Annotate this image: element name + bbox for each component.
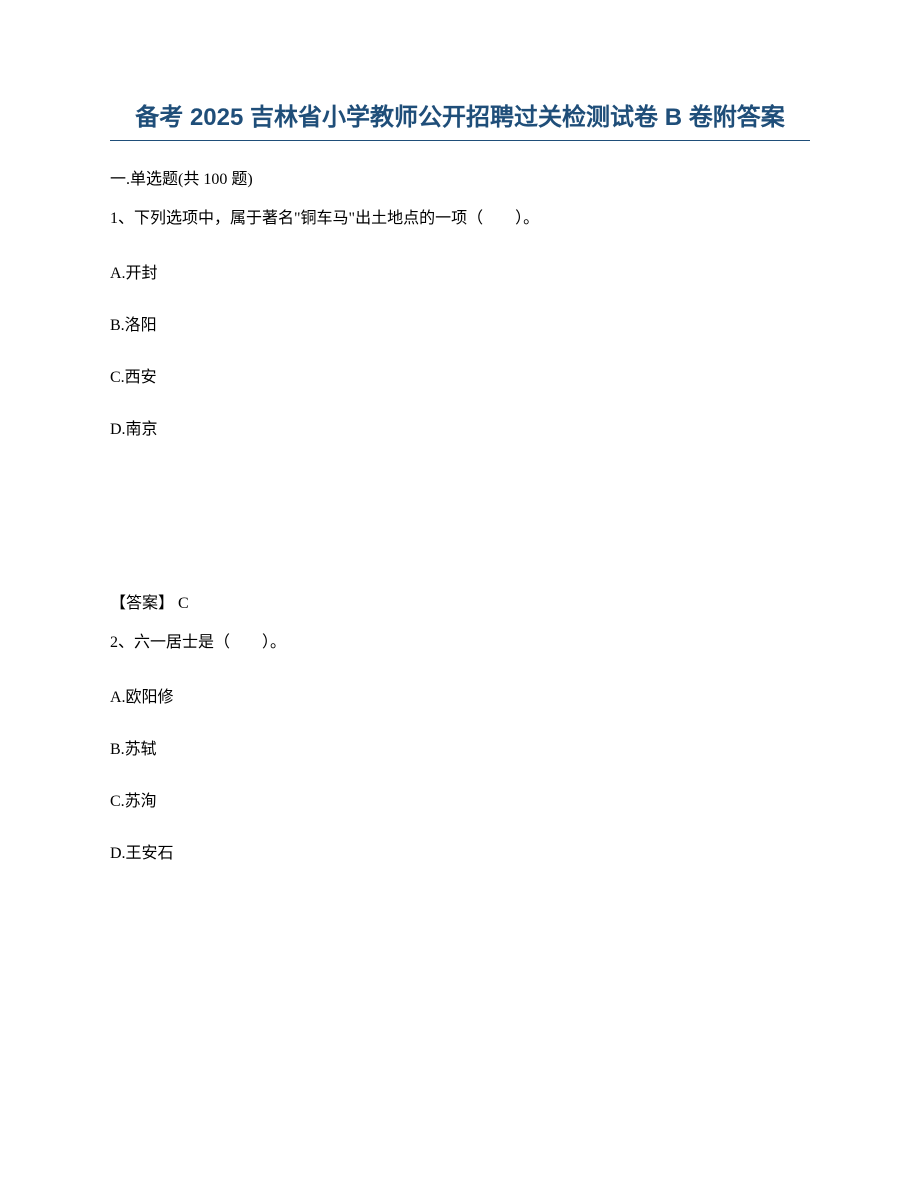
question-1-option-b: B.洛阳 <box>110 311 810 335</box>
question-2-stem: 2、六一居士是（ ）。 <box>110 631 810 655</box>
question-1-answer: 【答案】 C <box>110 589 810 613</box>
question-2-option-b: B.苏轼 <box>110 735 810 759</box>
question-2-option-d: D.王安石 <box>110 839 810 863</box>
question-1-option-a: A.开封 <box>110 259 810 283</box>
section-header: 一.单选题(共 100 题) <box>110 165 810 189</box>
question-2-option-a: A.欧阳修 <box>110 683 810 707</box>
page-title: 备考 2025 吉林省小学教师公开招聘过关检测试卷 B 卷附答案 <box>110 100 810 136</box>
question-2-option-c: C.苏洵 <box>110 787 810 811</box>
question-1-stem: 1、下列选项中，属于著名"铜车马"出土地点的一项（ ）。 <box>110 207 810 231</box>
question-1-option-c: C.西安 <box>110 363 810 387</box>
title-underline <box>110 140 810 141</box>
question-1-option-d: D.南京 <box>110 415 810 439</box>
